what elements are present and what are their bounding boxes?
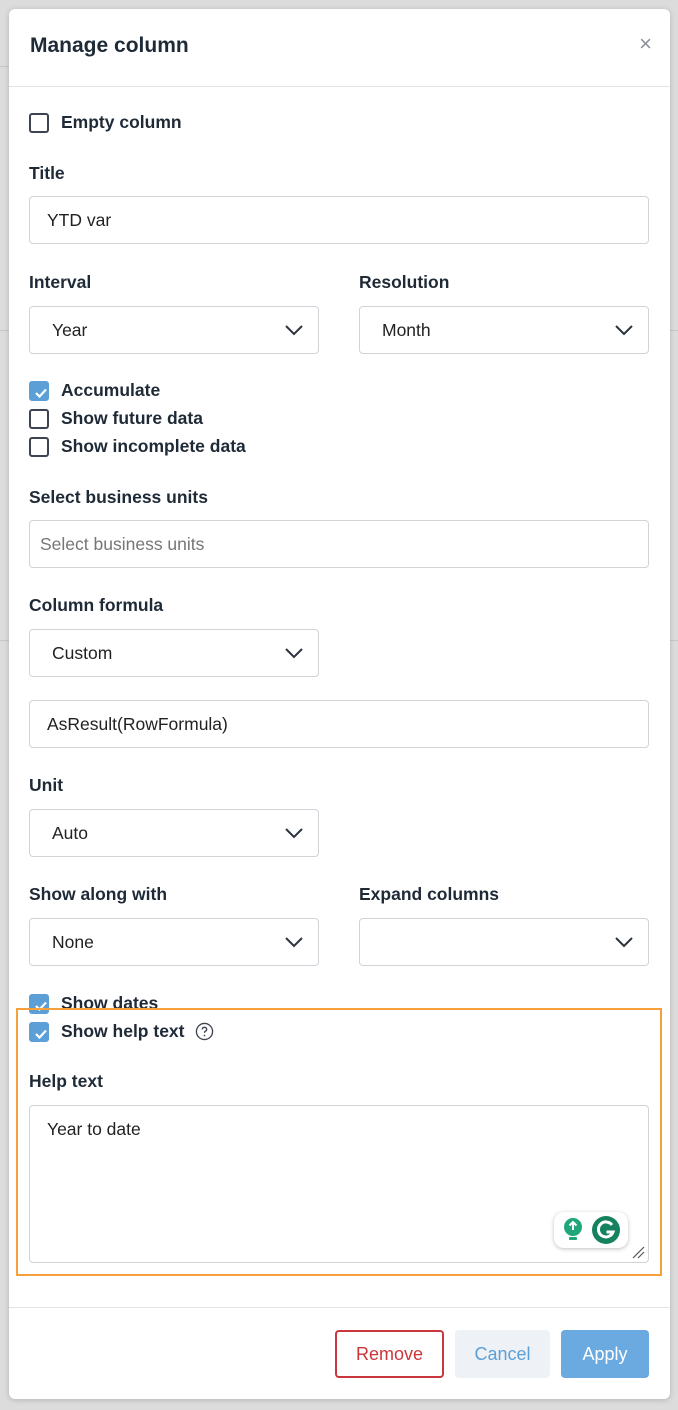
title-input[interactable]: YTD var [29,196,649,244]
formula-input-value: AsResult(RowFormula) [47,713,228,734]
column-formula-label: Column formula [29,595,164,615]
check-icon [35,388,47,398]
dialog-title: Manage column [30,34,189,57]
show-along-with-value: None [52,931,94,952]
show-help-text-label: Show help text [61,1021,185,1041]
cancel-button[interactable]: Cancel [455,1330,550,1378]
show-dates-checkbox[interactable]: Show dates [29,993,158,1014]
bg-divider [670,330,678,331]
grammarly-widget[interactable] [554,1212,628,1248]
help-text-textarea[interactable]: Year to date [29,1105,649,1263]
empty-column-checkbox[interactable]: Empty column [29,112,182,133]
checkbox-box[interactable] [29,1021,49,1042]
unit-label: Unit [29,775,64,795]
chevron-down-icon [615,937,633,948]
help-text-value: Year to date [47,1119,141,1139]
apply-button[interactable]: Apply [561,1330,649,1378]
bg-divider [0,66,9,67]
empty-column-label: Empty column [61,112,182,132]
show-along-with-select[interactable]: None [29,918,319,966]
interval-value: Year [52,319,88,340]
lightbulb-icon[interactable] [561,1217,585,1243]
bg-divider [0,640,9,641]
check-icon [35,1029,47,1039]
checkbox-box[interactable] [29,436,49,457]
chevron-down-icon [615,325,633,336]
business-units-label: Select business units [29,487,208,507]
checkbox-box[interactable] [29,112,49,133]
close-icon[interactable]: × [639,33,652,55]
resolution-select[interactable]: Month [359,306,649,354]
accumulate-checkbox[interactable]: Accumulate [29,380,160,401]
show-future-data-label: Show future data [61,408,203,428]
resolution-label: Resolution [359,272,450,292]
show-future-data-checkbox[interactable]: Show future data [29,408,203,429]
show-incomplete-data-label: Show incomplete data [61,436,246,456]
resize-handle-icon[interactable] [631,1245,645,1259]
formula-input[interactable]: AsResult(RowFormula) [29,700,649,748]
checkbox-box[interactable] [29,380,49,401]
chevron-down-icon [285,937,303,948]
expand-columns-select[interactable] [359,918,649,966]
chevron-down-icon [285,325,303,336]
business-units-placeholder: Select business units [40,533,205,554]
interval-label: Interval [29,272,92,292]
unit-value: Auto [52,822,88,843]
column-formula-select[interactable]: Custom [29,629,319,677]
show-dates-label: Show dates [61,993,159,1013]
checkbox-box[interactable] [29,408,49,429]
dialog-footer: Remove Cancel Apply [9,1307,670,1399]
unit-select[interactable]: Auto [29,809,319,857]
question-circle-icon[interactable] [195,1022,214,1041]
title-input-value: YTD var [47,209,112,230]
dialog-header: Manage column × [9,9,670,87]
chevron-down-icon [285,828,303,839]
resolution-value: Month [382,319,431,340]
business-units-input[interactable]: Select business units [29,520,649,568]
title-label: Title [29,163,65,183]
grammarly-logo-icon[interactable] [591,1215,621,1245]
bg-divider [0,330,9,331]
manage-column-dialog: Manage column × Empty column Title YTD v… [9,9,670,1399]
show-incomplete-data-checkbox[interactable]: Show incomplete data [29,436,246,457]
show-along-with-label: Show along with [29,884,168,904]
remove-button[interactable]: Remove [335,1330,444,1378]
show-help-text-checkbox[interactable]: Show help text [29,1021,214,1042]
check-icon [35,1001,47,1011]
interval-select[interactable]: Year [29,306,319,354]
bg-divider [670,640,678,641]
checkbox-box[interactable] [29,993,49,1014]
chevron-down-icon [285,648,303,659]
help-text-label: Help text [29,1071,103,1091]
expand-columns-label: Expand columns [359,884,500,904]
column-formula-value: Custom [52,642,113,663]
accumulate-label: Accumulate [61,380,161,400]
